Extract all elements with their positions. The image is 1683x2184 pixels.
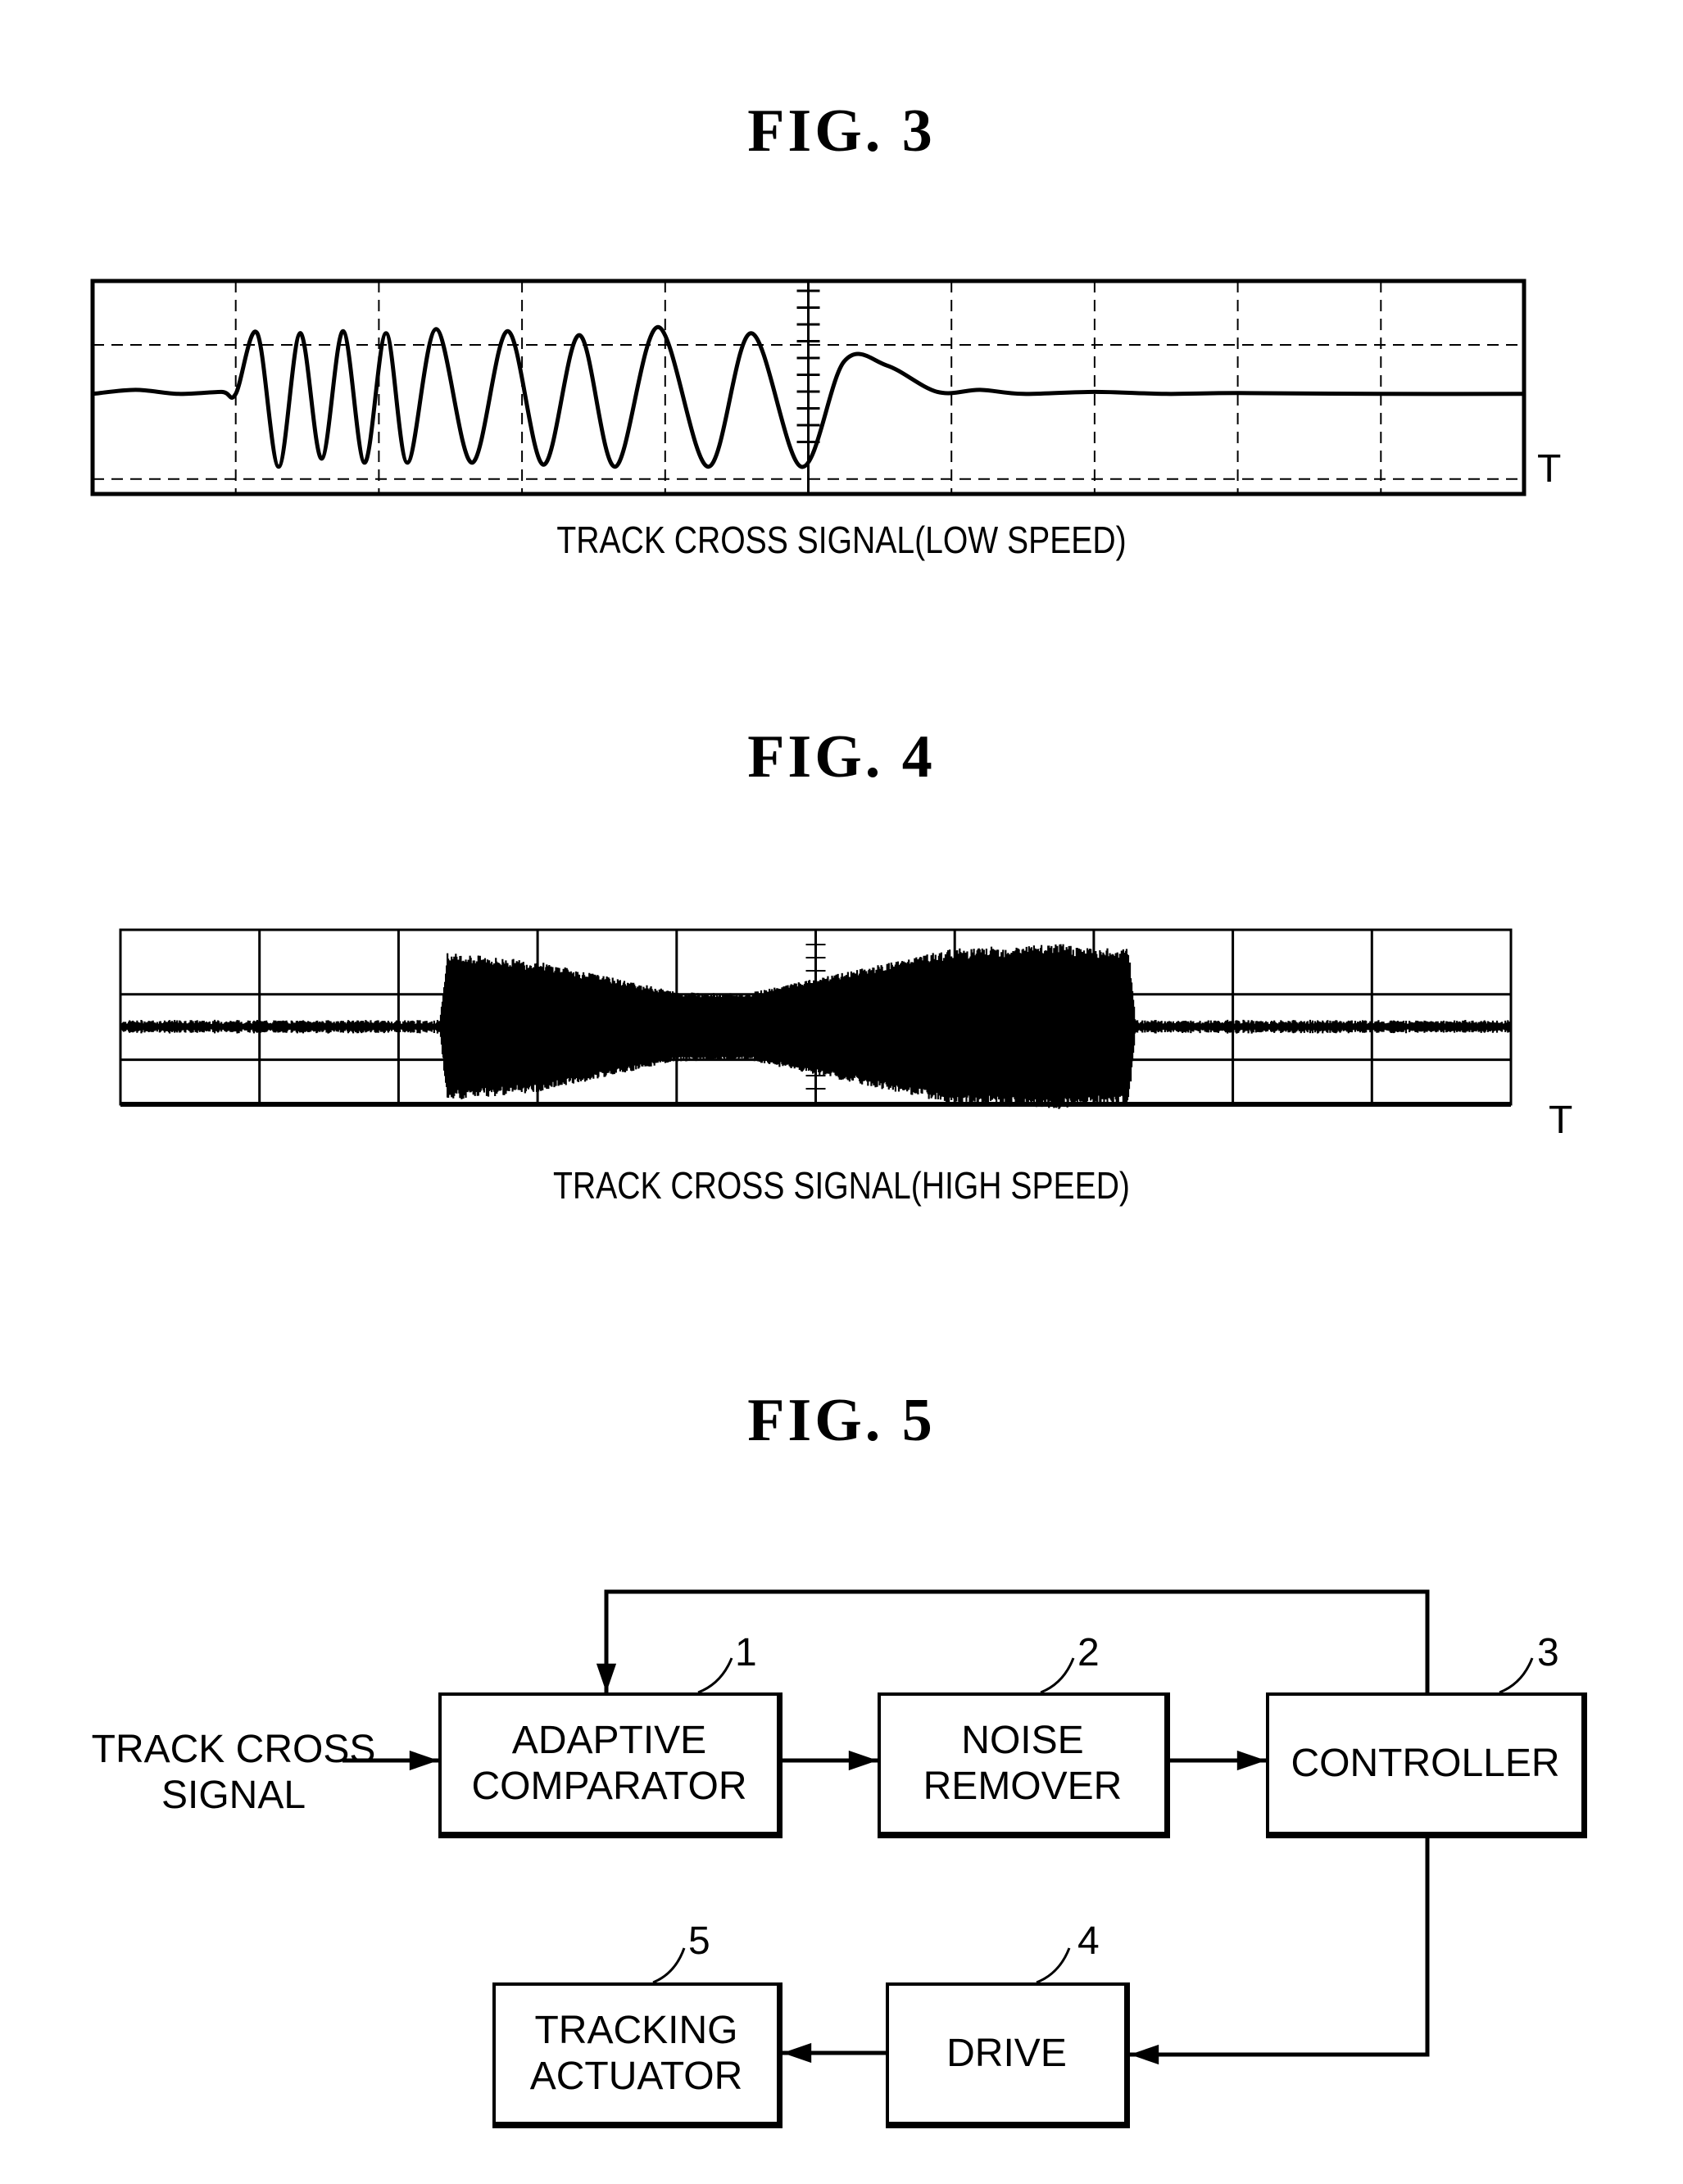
leader-line-3 bbox=[1499, 1657, 1534, 1694]
fig3-oscilloscope-plot bbox=[90, 279, 1526, 496]
input-label: TRACK CROSS SIGNAL bbox=[91, 1728, 376, 1817]
block-drive: DRIVE bbox=[886, 1982, 1130, 2128]
block-tracking-actuator: TRACKING ACTUATOR bbox=[492, 1982, 783, 2128]
ref-numeral-4: 4 bbox=[1077, 1919, 1100, 1963]
leader-line-4 bbox=[1036, 1947, 1071, 1984]
block-noise-remover: NOISE REMOVER bbox=[878, 1692, 1170, 1838]
leader-line-2 bbox=[1040, 1657, 1075, 1694]
arrowhead-2-to-3 bbox=[1236, 1750, 1266, 1771]
feedback-arrowhead bbox=[596, 1663, 617, 1692]
leader-line-5 bbox=[652, 1947, 686, 1984]
ref-numeral-2: 2 bbox=[1077, 1631, 1100, 1674]
feedback-connector-3-to-1 bbox=[604, 1589, 1430, 1692]
fig4-oscilloscope-plot bbox=[119, 928, 1513, 1109]
arrowhead-4-to-5 bbox=[783, 2042, 812, 2064]
block-controller: CONTROLLER bbox=[1266, 1692, 1587, 1838]
ref-numeral-3: 3 bbox=[1537, 1631, 1559, 1674]
ref-numeral-1: 1 bbox=[735, 1631, 757, 1674]
arrowhead-1-to-2 bbox=[848, 1750, 878, 1771]
leader-line-1 bbox=[697, 1657, 733, 1694]
input-arrowhead bbox=[409, 1750, 438, 1771]
connector-3-to-4 bbox=[1130, 1838, 1430, 2057]
block-adaptive-comparator: ADAPTIVE COMPARATOR bbox=[438, 1692, 783, 1838]
ref-numeral-5: 5 bbox=[688, 1919, 710, 1963]
figure-canvas bbox=[90, 279, 1534, 2065]
arrowhead-3-to-4 bbox=[1130, 2044, 1159, 2065]
